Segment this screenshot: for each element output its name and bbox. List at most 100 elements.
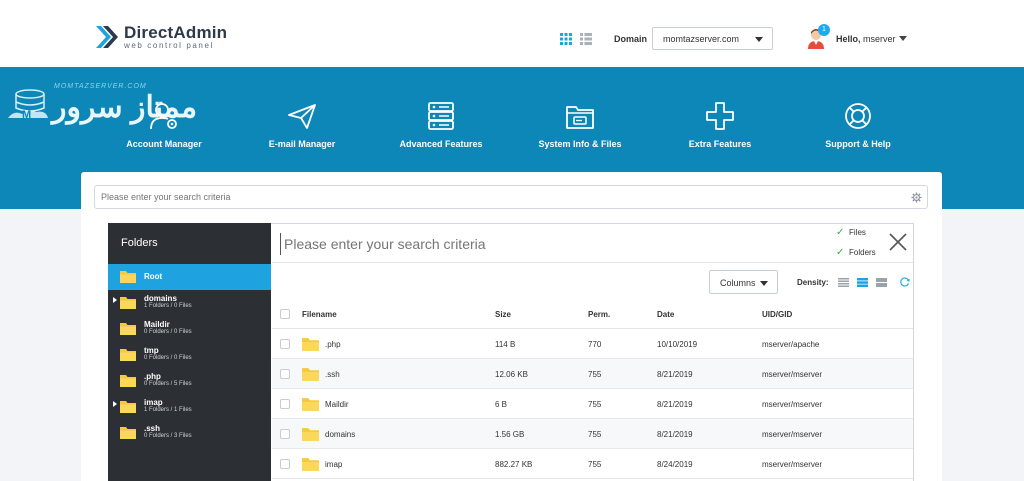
expand-arrow-icon[interactable] bbox=[113, 401, 117, 407]
column-uid[interactable]: UID/GID bbox=[762, 310, 792, 319]
filter-folders-checkbox[interactable]: ✓ Folders bbox=[836, 247, 876, 258]
file-name[interactable]: .ssh bbox=[325, 370, 340, 379]
columns-dropdown[interactable]: Columns bbox=[709, 270, 778, 294]
file-perm: 755 bbox=[588, 430, 602, 439]
sidebar-item-maildir[interactable]: Maildir 0 Folders / 0 Files bbox=[108, 316, 271, 342]
menu-email-manager[interactable]: E-mail Manager bbox=[237, 101, 367, 149]
menu-extra-features[interactable]: Extra Features bbox=[655, 101, 785, 149]
folder-icon bbox=[302, 338, 319, 351]
chevron-down-icon bbox=[755, 37, 763, 42]
folder-count: 0 Folders / 0 Files bbox=[144, 329, 192, 335]
checkmark-icon: ✓ bbox=[836, 247, 845, 258]
folder-icon bbox=[120, 401, 136, 413]
file-name[interactable]: Maildir bbox=[325, 400, 349, 409]
menu-support-help[interactable]: Support & Help bbox=[793, 101, 923, 149]
column-filename[interactable]: Filename bbox=[302, 310, 337, 319]
folder-icon bbox=[120, 349, 136, 361]
table-row[interactable]: Maildir 6 B 755 8/21/2019 mserver/mserve… bbox=[272, 389, 913, 419]
row-checkbox[interactable] bbox=[280, 369, 290, 379]
row-checkbox[interactable] bbox=[280, 399, 290, 409]
folder-name: domains bbox=[144, 294, 177, 303]
close-icon[interactable] bbox=[888, 232, 908, 252]
folder-name: .ssh bbox=[144, 424, 161, 433]
checkmark-icon: ✓ bbox=[836, 227, 845, 238]
row-checkbox[interactable] bbox=[280, 429, 290, 439]
menu-label: Account Manager bbox=[126, 139, 202, 149]
gear-icon[interactable] bbox=[911, 192, 922, 203]
notification-badge[interactable]: 1 bbox=[818, 24, 830, 36]
sidebar-item-php[interactable]: .php 0 Folders / 5 Files bbox=[108, 368, 271, 394]
folders-sidebar: Folders Root domains 1 Folders / 0 Files… bbox=[108, 223, 271, 481]
file-name[interactable]: domains bbox=[325, 430, 355, 439]
menu-account-manager[interactable]: Account Manager bbox=[99, 101, 229, 149]
folder-count: 1 Folders / 0 Files bbox=[144, 303, 192, 309]
user-menu-chevron-icon[interactable] bbox=[899, 36, 907, 41]
column-date[interactable]: Date bbox=[657, 310, 674, 319]
watermark-url: MOMTAZSERVER.COM bbox=[54, 83, 147, 90]
folder-icon bbox=[302, 368, 319, 381]
file-search-bar bbox=[272, 224, 913, 263]
folder-count: 1 Folders / 1 Files bbox=[144, 407, 192, 413]
table-row[interactable]: domains 1.56 GB 755 8/21/2019 mserver/ms… bbox=[272, 419, 913, 449]
sidebar-item-root[interactable]: Root bbox=[108, 264, 271, 290]
menu-advanced-features[interactable]: Advanced Features bbox=[376, 101, 506, 149]
column-perm[interactable]: Perm. bbox=[588, 310, 610, 319]
logo-title: DirectAdmin bbox=[124, 23, 228, 42]
density-normal-icon[interactable] bbox=[857, 278, 868, 287]
sidebar-item-ssh[interactable]: .ssh 0 Folders / 3 Files bbox=[108, 420, 271, 446]
refresh-icon[interactable] bbox=[900, 277, 910, 287]
row-checkbox[interactable] bbox=[280, 459, 290, 469]
file-size: 882.27 KB bbox=[495, 460, 533, 469]
paper-plane-icon bbox=[288, 104, 316, 129]
menu-label: Support & Help bbox=[825, 139, 891, 149]
columns-label: Columns bbox=[720, 278, 756, 288]
file-date: 8/24/2019 bbox=[657, 460, 693, 469]
menu-label: Extra Features bbox=[688, 139, 752, 149]
table-row[interactable]: imap 882.27 KB 755 8/24/2019 mserver/mse… bbox=[272, 449, 913, 479]
file-search-input[interactable] bbox=[280, 233, 820, 255]
folder-name: Root bbox=[144, 272, 163, 281]
folder-count: 0 Folders / 0 Files bbox=[144, 355, 192, 361]
account-manager-icon bbox=[150, 103, 177, 130]
file-uid: mserver/mserver bbox=[762, 460, 823, 469]
list-icon[interactable] bbox=[580, 33, 592, 45]
sidebar-item-domains[interactable]: domains 1 Folders / 0 Files bbox=[108, 290, 271, 316]
folder-count: 0 Folders / 5 Files bbox=[144, 381, 192, 387]
folder-name: imap bbox=[144, 398, 163, 407]
plus-icon bbox=[706, 102, 734, 130]
search-input[interactable] bbox=[101, 187, 901, 207]
sidebar-item-tmp[interactable]: tmp 0 Folders / 0 Files bbox=[108, 342, 271, 368]
select-all-checkbox[interactable] bbox=[280, 309, 290, 319]
filter-files-label: Files bbox=[849, 228, 866, 237]
file-perm: 755 bbox=[588, 370, 602, 379]
domain-select[interactable]: momtazserver.com bbox=[652, 27, 773, 50]
file-name[interactable]: .php bbox=[325, 340, 341, 349]
density-comfortable-icon[interactable] bbox=[876, 278, 887, 287]
file-name[interactable]: imap bbox=[325, 460, 342, 469]
file-uid: mserver/apache bbox=[762, 340, 820, 349]
filter-folders-label: Folders bbox=[849, 248, 876, 257]
menu-label: System Info & Files bbox=[538, 139, 622, 149]
expand-arrow-icon[interactable] bbox=[113, 297, 117, 303]
username: mserver bbox=[863, 34, 896, 44]
menu-system-info-files[interactable]: System Info & Files bbox=[515, 101, 645, 149]
filter-files-checkbox[interactable]: ✓ Files bbox=[836, 227, 866, 238]
global-search[interactable] bbox=[94, 185, 928, 209]
column-size[interactable]: Size bbox=[495, 310, 511, 319]
sidebar-item-imap[interactable]: imap 1 Folders / 1 Files bbox=[108, 394, 271, 420]
directadmin-logo-icon bbox=[96, 26, 118, 48]
folder-icon bbox=[302, 458, 319, 471]
svg-text:M: M bbox=[22, 109, 31, 121]
user-greeting[interactable]: Hello, mserver bbox=[836, 34, 896, 44]
file-uid: mserver/mserver bbox=[762, 370, 823, 379]
table-row[interactable]: .ssh 12.06 KB 755 8/21/2019 mserver/mser… bbox=[272, 359, 913, 389]
domain-value: momtazserver.com bbox=[663, 34, 740, 44]
grid-icon[interactable] bbox=[560, 33, 572, 45]
density-compact-icon[interactable] bbox=[838, 278, 849, 287]
file-perm: 755 bbox=[588, 460, 602, 469]
row-checkbox[interactable] bbox=[280, 339, 290, 349]
logo[interactable]: DirectAdmin web control panel bbox=[94, 24, 227, 50]
folder-icon bbox=[120, 375, 136, 387]
table-header: Filename Size Perm. Date UID/GID bbox=[272, 299, 913, 329]
table-row[interactable]: .php 114 B 770 10/10/2019 mserver/apache bbox=[272, 329, 913, 359]
